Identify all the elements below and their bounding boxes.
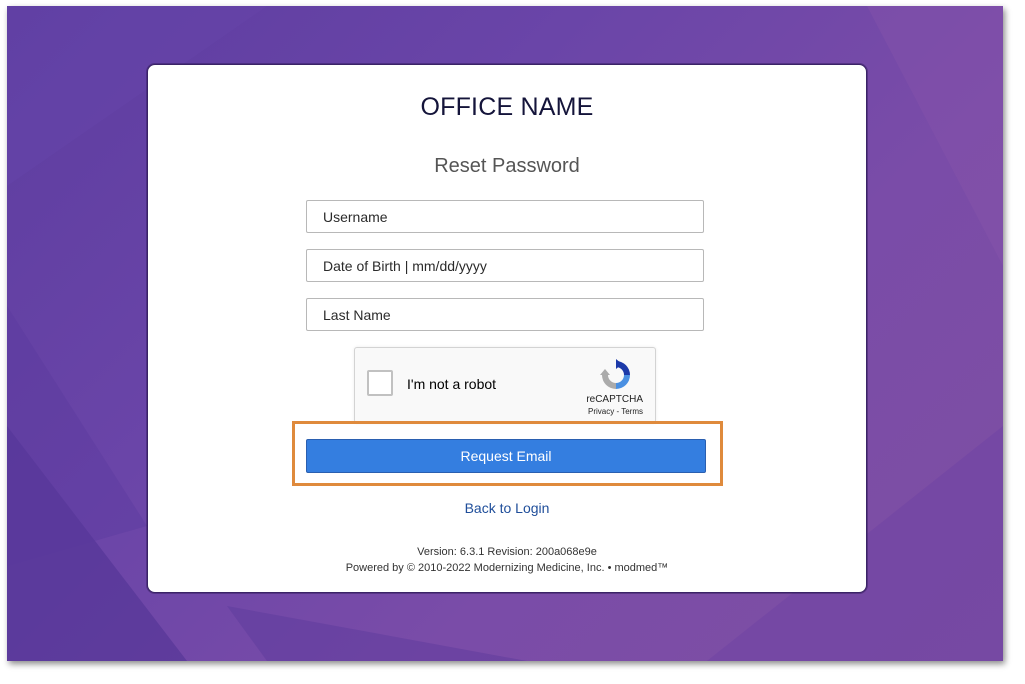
recaptcha-privacy-terms-links[interactable]: Privacy - Terms bbox=[588, 407, 643, 416]
date-of-birth-input[interactable] bbox=[306, 249, 704, 282]
recaptcha-label: I'm not a robot bbox=[407, 376, 497, 392]
recaptcha-widget: I'm not a robot reCAPTCHA Privacy - Term… bbox=[354, 347, 656, 423]
recaptcha-brand: reCAPTCHA bbox=[586, 394, 643, 405]
page-background: OFFICE NAME Reset Password I'm not a rob… bbox=[7, 6, 1003, 661]
reset-password-card: OFFICE NAME Reset Password I'm not a rob… bbox=[147, 64, 867, 593]
request-email-button[interactable]: Request Email bbox=[306, 439, 706, 473]
office-name: OFFICE NAME bbox=[420, 93, 594, 121]
page-title: Reset Password bbox=[434, 155, 580, 177]
version-info: Version: 6.3.1 Revision: 200a068e9e bbox=[417, 546, 597, 558]
recaptcha-checkbox[interactable] bbox=[367, 370, 393, 396]
powered-by-footer: Powered by © 2010-2022 Modernizing Medic… bbox=[345, 562, 669, 574]
back-to-login-link[interactable]: Back to Login bbox=[148, 500, 866, 516]
username-input[interactable] bbox=[306, 200, 704, 233]
recaptcha-logo-icon bbox=[600, 359, 630, 389]
last-name-input[interactable] bbox=[306, 298, 704, 331]
